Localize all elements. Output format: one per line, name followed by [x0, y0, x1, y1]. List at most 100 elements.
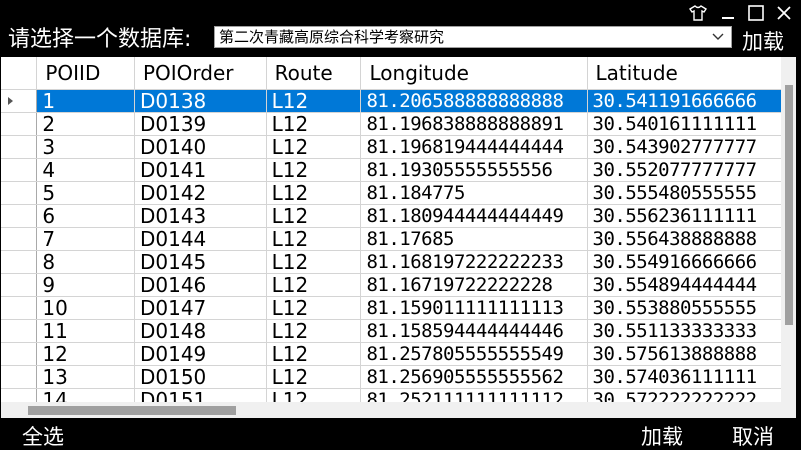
cell-latitude[interactable]: 30.541191666666 [587, 89, 796, 113]
cell-latitude[interactable]: 30.554894444444 [587, 273, 796, 297]
cell-longitude[interactable]: 81.256905555555562 [360, 365, 588, 389]
vertical-scroll-thumb[interactable] [785, 85, 793, 325]
cell-poiorder[interactable]: D0146 [134, 273, 267, 297]
column-header-poiorder[interactable]: POIOrder [134, 57, 267, 90]
cell-poiid[interactable]: 3 [36, 135, 135, 159]
row-header[interactable] [1, 296, 38, 320]
cancel-button[interactable]: 取消 [732, 424, 774, 450]
row-header[interactable] [1, 342, 38, 366]
row-header[interactable] [1, 365, 38, 389]
cell-poiid[interactable]: 8 [36, 250, 135, 274]
row-header[interactable] [1, 227, 38, 251]
cell-longitude[interactable]: 81.158594444444446 [360, 319, 588, 343]
cell-longitude[interactable]: 81.257805555555549 [360, 342, 588, 366]
cell-route[interactable]: L12 [266, 227, 362, 251]
cell-latitude[interactable]: 30.555480555555 [587, 181, 796, 205]
row-header[interactable] [1, 112, 38, 136]
cell-poiid[interactable]: 9 [36, 273, 135, 297]
cell-poiid[interactable]: 10 [36, 296, 135, 320]
cell-route[interactable]: L12 [266, 204, 362, 228]
cell-route[interactable]: L12 [266, 296, 362, 320]
table-row[interactable]: 9 D0146 L12 81.16719722222228 30.55489444444… [1, 273, 796, 297]
cell-poiid[interactable]: 4 [36, 158, 135, 182]
row-header[interactable] [1, 158, 38, 182]
cell-poiorder[interactable]: D0140 [134, 135, 267, 159]
cell-poiorder[interactable]: D0139 [134, 112, 267, 136]
cell-longitude[interactable]: 81.206588888888888 [360, 89, 588, 113]
cell-poiid[interactable]: 13 [36, 365, 135, 389]
horizontal-scrollbar[interactable] [1, 402, 796, 418]
maximize-icon[interactable] [744, 2, 768, 24]
cell-latitude[interactable]: 30.552077777777 [587, 158, 796, 182]
row-header[interactable] [1, 135, 38, 159]
cell-route[interactable]: L12 [266, 158, 362, 182]
column-header-route[interactable]: Route [266, 57, 362, 90]
cell-latitude[interactable]: 30.553880555555 [587, 296, 796, 320]
table-row[interactable]: 10 D0147 L12 81.159011111111113 30.553880555… [1, 296, 796, 320]
cell-longitude[interactable]: 81.17685 [360, 227, 588, 251]
cell-poiid[interactable]: 1 [36, 89, 135, 113]
cell-route[interactable]: L12 [266, 181, 362, 205]
shirt-icon[interactable] [686, 2, 710, 24]
cell-poiid[interactable]: 2 [36, 112, 135, 136]
cell-poiorder[interactable]: D0145 [134, 250, 267, 274]
cell-longitude[interactable]: 81.16719722222228 [360, 273, 588, 297]
cell-route[interactable]: L12 [266, 89, 362, 113]
row-header[interactable] [1, 181, 38, 205]
table-row[interactable]: 2 D0139 L12 81.196838888888891 30.5401611111… [1, 112, 796, 136]
column-header-longitude[interactable]: Longitude [360, 57, 588, 90]
row-header[interactable] [1, 204, 38, 228]
cell-longitude[interactable]: 81.196819444444444 [360, 135, 588, 159]
cell-poiorder[interactable]: D0147 [134, 296, 267, 320]
cell-route[interactable]: L12 [266, 319, 362, 343]
cell-longitude[interactable]: 81.19305555555556 [360, 158, 588, 182]
table-row[interactable]: 8 D0145 L12 81.168197222222233 30.5549166666… [1, 250, 796, 274]
close-icon[interactable] [772, 2, 796, 24]
cell-poiorder[interactable]: D0148 [134, 319, 267, 343]
cell-poiid[interactable]: 7 [36, 227, 135, 251]
cell-route[interactable]: L12 [266, 273, 362, 297]
row-header[interactable] [1, 273, 38, 297]
table-row[interactable]: 4 D0141 L12 81.19305555555556 30.55207777777… [1, 158, 796, 182]
row-header[interactable] [1, 89, 38, 113]
cell-poiorder[interactable]: D0150 [134, 365, 267, 389]
cell-poiid[interactable]: 5 [36, 181, 135, 205]
table-row[interactable]: 7 D0144 L12 81.17685 30.556438888888 [1, 227, 796, 251]
cell-latitude[interactable]: 30.575613888888 [587, 342, 796, 366]
cell-route[interactable]: L12 [266, 135, 362, 159]
data-grid[interactable]: POIID POIOrder Route Longitude Latitude … [1, 57, 796, 418]
cell-latitude[interactable]: 30.556438888888 [587, 227, 796, 251]
row-header[interactable] [1, 319, 38, 343]
cell-poiid[interactable]: 12 [36, 342, 135, 366]
table-row[interactable]: 5 D0142 L12 81.184775 30.555480555555 [1, 181, 796, 205]
table-row[interactable]: 12 D0149 L12 81.257805555555549 30.575613888… [1, 342, 796, 366]
horizontal-scroll-thumb[interactable] [28, 406, 236, 415]
cell-poiorder[interactable]: D0144 [134, 227, 267, 251]
cell-poiid[interactable]: 6 [36, 204, 135, 228]
cell-latitude[interactable]: 30.556236111111 [587, 204, 796, 228]
cell-longitude[interactable]: 81.196838888888891 [360, 112, 588, 136]
vertical-scrollbar[interactable] [781, 57, 796, 402]
cell-route[interactable]: L12 [266, 342, 362, 366]
table-row[interactable]: 3 D0140 L12 81.196819444444444 30.5439027777… [1, 135, 796, 159]
cell-latitude[interactable]: 30.574036111111 [587, 365, 796, 389]
cell-longitude[interactable]: 81.168197222222233 [360, 250, 588, 274]
cell-poiid[interactable]: 11 [36, 319, 135, 343]
cell-poiorder[interactable]: D0142 [134, 181, 267, 205]
cell-longitude[interactable]: 81.180944444444449 [360, 204, 588, 228]
select-all-button[interactable]: 全选 [22, 424, 64, 450]
cell-route[interactable]: L12 [266, 365, 362, 389]
table-row[interactable]: 11 D0148 L12 81.158594444444446 30.551133333… [1, 319, 796, 343]
table-row[interactable]: 1 D0138 L12 81.206588888888888 30.5411916666… [1, 89, 796, 113]
database-select[interactable]: 第二次青藏高原综合科学考察研究 [214, 26, 732, 48]
cell-latitude[interactable]: 30.554916666666 [587, 250, 796, 274]
cell-longitude[interactable]: 81.184775 [360, 181, 588, 205]
cell-latitude[interactable]: 30.540161111111 [587, 112, 796, 136]
minimize-icon[interactable] [716, 2, 740, 24]
load-database-button[interactable]: 加载 [742, 29, 784, 55]
table-row[interactable]: 6 D0143 L12 81.180944444444449 30.5562361111… [1, 204, 796, 228]
cell-latitude[interactable]: 30.543902777777 [587, 135, 796, 159]
cell-route[interactable]: L12 [266, 112, 362, 136]
cell-poiorder[interactable]: D0149 [134, 342, 267, 366]
table-row[interactable]: 13 D0150 L12 81.256905555555562 30.574036111… [1, 365, 796, 389]
